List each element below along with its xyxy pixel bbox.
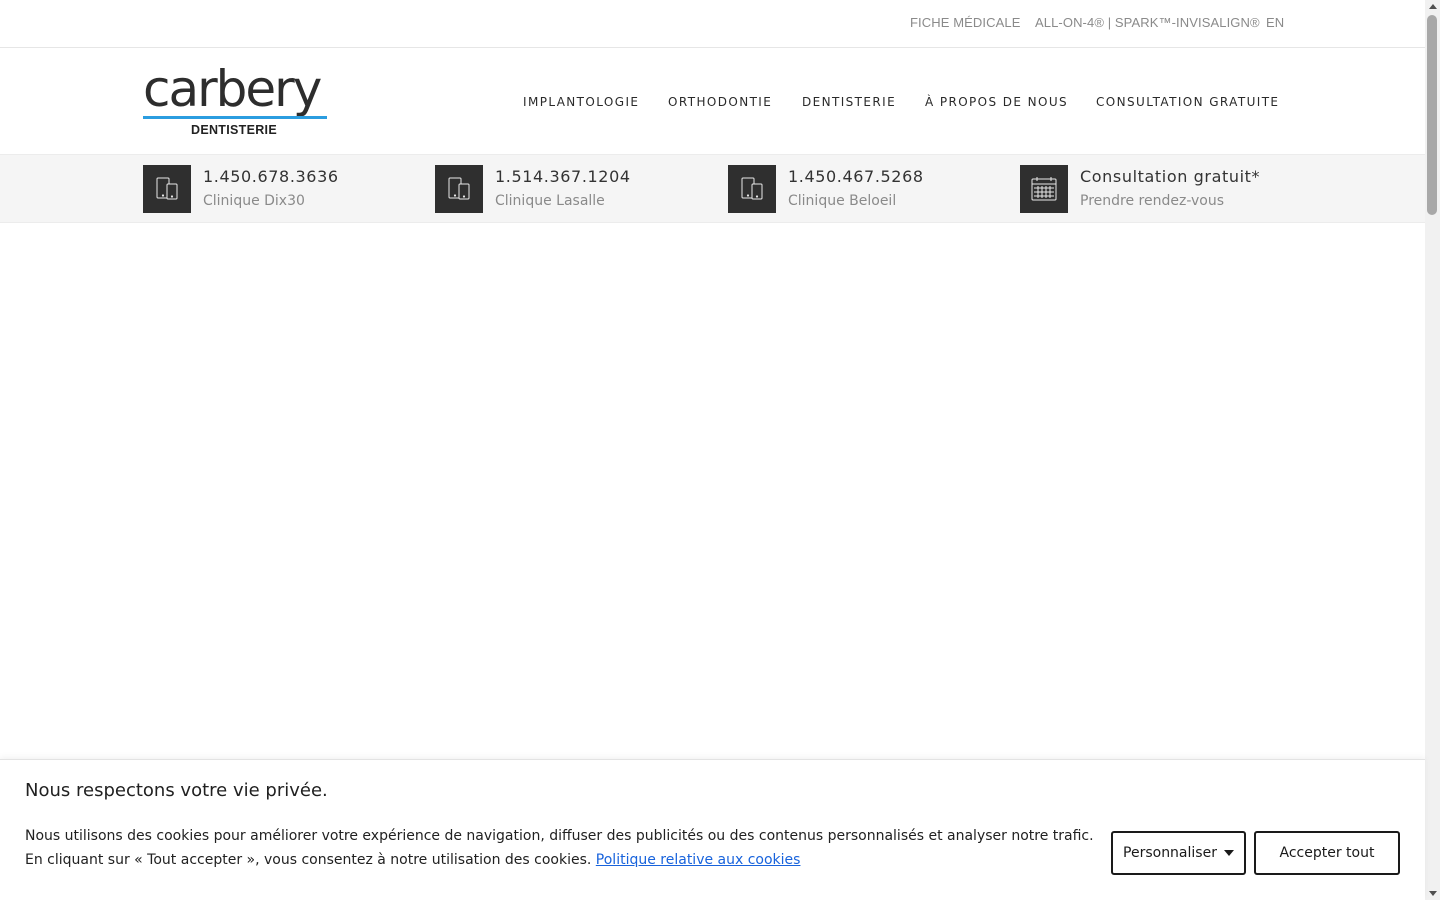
nav-item-a-propos[interactable]: À PROPOS DE NOUS xyxy=(925,95,1068,109)
mobile-tablet-icon xyxy=(728,165,776,213)
scroll-down-arrow-icon[interactable] xyxy=(1429,891,1437,896)
contact-label: Prendre rendez-vous xyxy=(1080,193,1225,209)
accept-all-button[interactable]: Accepter tout xyxy=(1254,831,1400,875)
customize-button[interactable]: Personnaliser xyxy=(1111,831,1246,875)
scroll-thumb[interactable] xyxy=(1427,15,1437,215)
customize-button-label: Personnaliser xyxy=(1123,845,1217,861)
mobile-tablet-icon xyxy=(143,165,191,213)
mobile-tablet-icon xyxy=(435,165,483,213)
contact-label: Clinique Beloeil xyxy=(788,193,897,209)
cookie-banner: Nous respectons votre vie privée. Nous u… xyxy=(0,759,1425,900)
topbar-link-all-on-4[interactable]: ALL-ON-4® | SPARK™-INVISALIGN® xyxy=(1035,15,1260,30)
logo-underline xyxy=(143,116,327,119)
cookie-title: Nous respectons votre vie privée. xyxy=(25,780,328,801)
nav-item-implantologie[interactable]: IMPLANTOLOGIE xyxy=(523,95,639,109)
contact-phone: 1.450.467.5268 xyxy=(788,167,924,186)
contact-strip: 1.450.678.3636 Clinique Dix30 1.514.367.… xyxy=(0,154,1425,223)
nav-item-dentisterie[interactable]: DENTISTERIE xyxy=(802,95,896,109)
nav-item-consultation-gratuite[interactable]: CONSULTATION GRATUITE xyxy=(1096,95,1279,109)
site-logo[interactable]: carbery DENTISTERIE xyxy=(143,60,327,139)
cookie-policy-link[interactable]: Politique relative aux cookies xyxy=(596,852,801,868)
contact-label: Clinique Lasalle xyxy=(495,193,605,209)
contact-phone: 1.514.367.1204 xyxy=(495,167,631,186)
cookie-text: Nous utilisons des cookies pour améliore… xyxy=(25,824,1100,872)
contact-label: Clinique Dix30 xyxy=(203,193,305,209)
nav-item-orthodontie[interactable]: ORTHODONTIE xyxy=(668,95,772,109)
caret-down-icon xyxy=(1223,850,1234,856)
contact-phone: 1.450.678.3636 xyxy=(203,167,339,186)
page-scrollbar[interactable] xyxy=(1425,0,1440,900)
topbar-link-fiche-medicale[interactable]: FICHE MÉDICALE xyxy=(910,15,1020,30)
logo-subtitle: DENTISTERIE xyxy=(191,123,277,137)
scroll-up-arrow-icon[interactable] xyxy=(1429,4,1437,9)
cookie-description: Nous utilisons des cookies pour améliore… xyxy=(25,828,1094,868)
site-header: carbery DENTISTERIE IMPLANTOLOGIE ORTHOD… xyxy=(0,49,1425,154)
contact-title: Consultation gratuit* xyxy=(1080,167,1261,186)
calendar-icon xyxy=(1020,165,1068,213)
top-utility-bar: FICHE MÉDICALE ALL-ON-4® | SPARK™-INVISA… xyxy=(0,0,1425,48)
logo-wordmark: carbery xyxy=(143,60,322,118)
language-switch-link[interactable]: EN xyxy=(1266,15,1284,30)
